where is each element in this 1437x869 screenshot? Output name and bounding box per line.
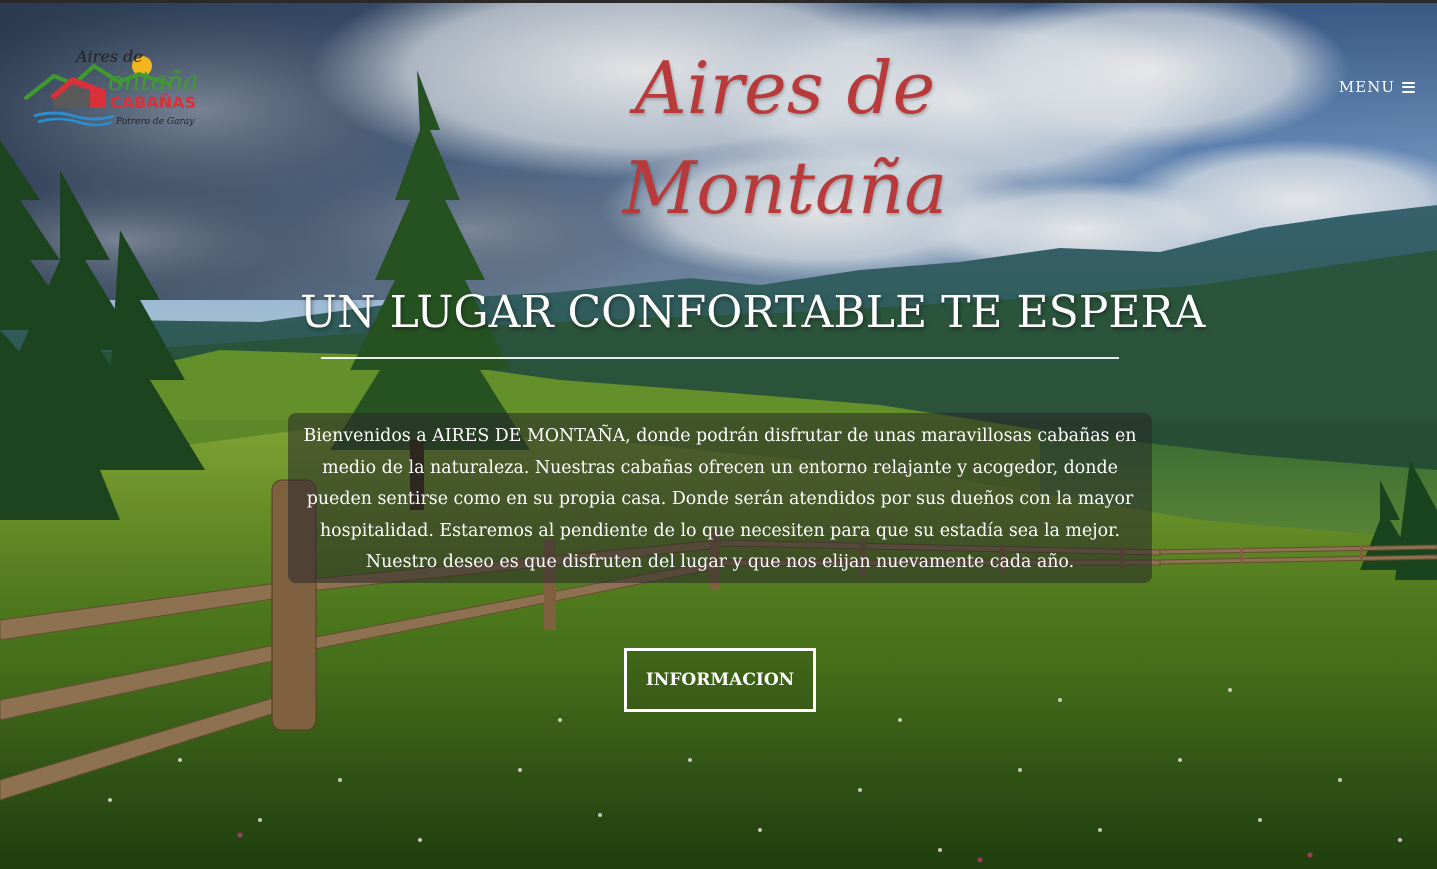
site-title: Aires de Montaña [622, 46, 948, 230]
menu-label: MENU [1338, 78, 1395, 96]
informacion-button[interactable]: INFORMACION [624, 648, 816, 712]
menu-toggle-button[interactable]: MENU [1339, 76, 1415, 98]
logo-text-cabanas: CABAÑAS [110, 93, 196, 112]
hero-headline: UN LUGAR CONFORTABLE TE ESPERA [300, 287, 1206, 338]
hamburger-icon [1402, 81, 1415, 93]
intro-paragraph: Bienvenidos a AIRES DE MONTAÑA, donde po… [288, 413, 1152, 583]
logo-text-location: Potrero de Garay [115, 117, 195, 127]
logo-text-aires-de: Aires de [74, 47, 143, 66]
top-border [0, 0, 1437, 3]
site-logo[interactable]: Aires de ontaña CABAÑAS Potrero de Garay [24, 44, 229, 130]
hero-section: Aires de ontaña CABAÑAS Potrero de Garay… [0, 0, 1437, 869]
headline-divider [321, 357, 1119, 359]
